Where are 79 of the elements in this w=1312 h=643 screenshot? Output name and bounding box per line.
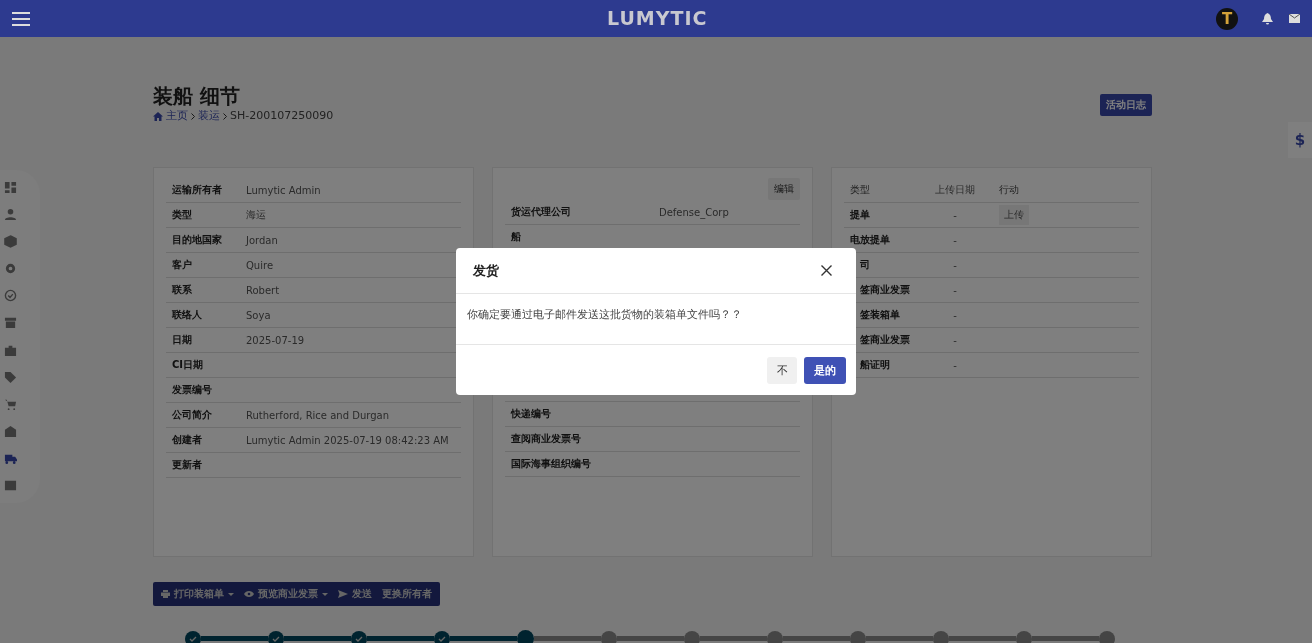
field-value: Robert: [246, 284, 280, 296]
field-label: 联络人: [172, 308, 203, 322]
user-icon[interactable]: [3, 208, 17, 222]
document-type: 船证明: [859, 358, 891, 372]
column-header: 行动: [999, 183, 1019, 197]
dialog-title: 发货: [473, 261, 499, 280]
field-value: 2025-07-19: [246, 334, 305, 346]
document-type: 签商业发票: [859, 283, 911, 297]
pricing-tab[interactable]: $: [1288, 122, 1312, 158]
close-icon[interactable]: [821, 265, 832, 276]
column-header: 类型: [850, 183, 871, 197]
field-label: 发票编号: [172, 383, 213, 397]
field-label: 货运代理公司: [511, 205, 572, 219]
bell-icon[interactable]: [1262, 12, 1273, 25]
breadcrumb-link[interactable]: 主页: [166, 109, 188, 123]
document-type: 签商业发票: [859, 333, 911, 347]
upload-date: -: [952, 259, 958, 271]
avatar[interactable]: T: [1216, 7, 1238, 30]
page-title: 装船 细节: [153, 83, 241, 109]
field-value: Soya: [246, 309, 271, 321]
field-label: CI日期: [172, 358, 205, 372]
upload-date: -: [952, 359, 958, 371]
cancel-button[interactable]: 不: [767, 357, 797, 384]
document-type: 签装箱单: [859, 308, 901, 322]
upload-date: -: [952, 309, 958, 321]
check-icon: [355, 635, 363, 642]
mail-icon[interactable]: [1289, 14, 1300, 23]
field-label: 联系: [172, 283, 193, 297]
archive-icon[interactable]: [3, 316, 17, 330]
upload-date: -: [952, 284, 958, 296]
field-label: 查阅商业发票号: [511, 432, 582, 446]
home-icon: [153, 111, 163, 121]
document-type: 提单: [850, 208, 871, 222]
chevron-icon: [223, 112, 227, 120]
caret-icon: [228, 592, 234, 596]
activity-log-button[interactable]: 活动日志: [1100, 94, 1152, 116]
breadcrumb-link[interactable]: 装运: [198, 109, 220, 123]
upload-date: -: [952, 334, 958, 346]
breadcrumb-current: SH-200107250090: [230, 109, 334, 123]
field-value: Lumytic Admin 2025-07-19 08:42:23 AM: [246, 434, 449, 446]
check-icon: [272, 635, 280, 642]
field-label: 日期: [172, 333, 193, 347]
eye-icon: [244, 591, 254, 597]
field-label: 创建者: [172, 433, 203, 447]
field-value: Lumytic Admin: [246, 184, 321, 196]
upload-date: -: [952, 234, 958, 246]
field-value: Quire: [246, 259, 274, 271]
tag-icon[interactable]: [3, 370, 17, 384]
printer-icon: [161, 590, 170, 598]
field-label: 公司简介: [172, 408, 213, 422]
field-label: 客户: [172, 258, 193, 272]
menu-icon[interactable]: [12, 11, 30, 26]
field-value: 海运: [246, 208, 266, 222]
field-label: 国际海事组织编号: [511, 457, 592, 471]
check-icon: [438, 635, 446, 642]
logo: LUMYTIC: [607, 7, 708, 29]
field-label: 快递编号: [511, 407, 552, 421]
field-label: 运输所有者: [172, 183, 223, 197]
check-icon: [189, 635, 197, 642]
dashboard-icon[interactable]: [3, 181, 17, 195]
warehouse-icon[interactable]: [3, 424, 17, 438]
field-value: Rutherford, Rice and Durgan: [246, 409, 389, 421]
cart-icon[interactable]: [3, 397, 17, 411]
field-label: 类型: [172, 208, 193, 222]
confirm-button[interactable]: 是的: [804, 357, 846, 384]
edit-button[interactable]: 编辑: [768, 178, 800, 200]
document-type: 电放提单: [850, 233, 891, 247]
dialog-message: 你确定要通过电子邮件发送这批货物的装箱单文件吗？？: [456, 294, 856, 345]
field-label: 更新者: [172, 458, 203, 472]
field-value: Jordan: [246, 234, 278, 246]
document-type: 司: [859, 258, 871, 272]
briefcase-icon[interactable]: [3, 343, 17, 357]
chevron-icon: [191, 112, 195, 120]
send-icon: [338, 590, 348, 598]
upload-date: -: [952, 209, 958, 221]
field-label: 目的地国家: [172, 233, 223, 247]
field-value: Defense_Corp: [659, 206, 729, 218]
field-label: 船: [511, 230, 522, 244]
caret-icon: [322, 592, 328, 596]
